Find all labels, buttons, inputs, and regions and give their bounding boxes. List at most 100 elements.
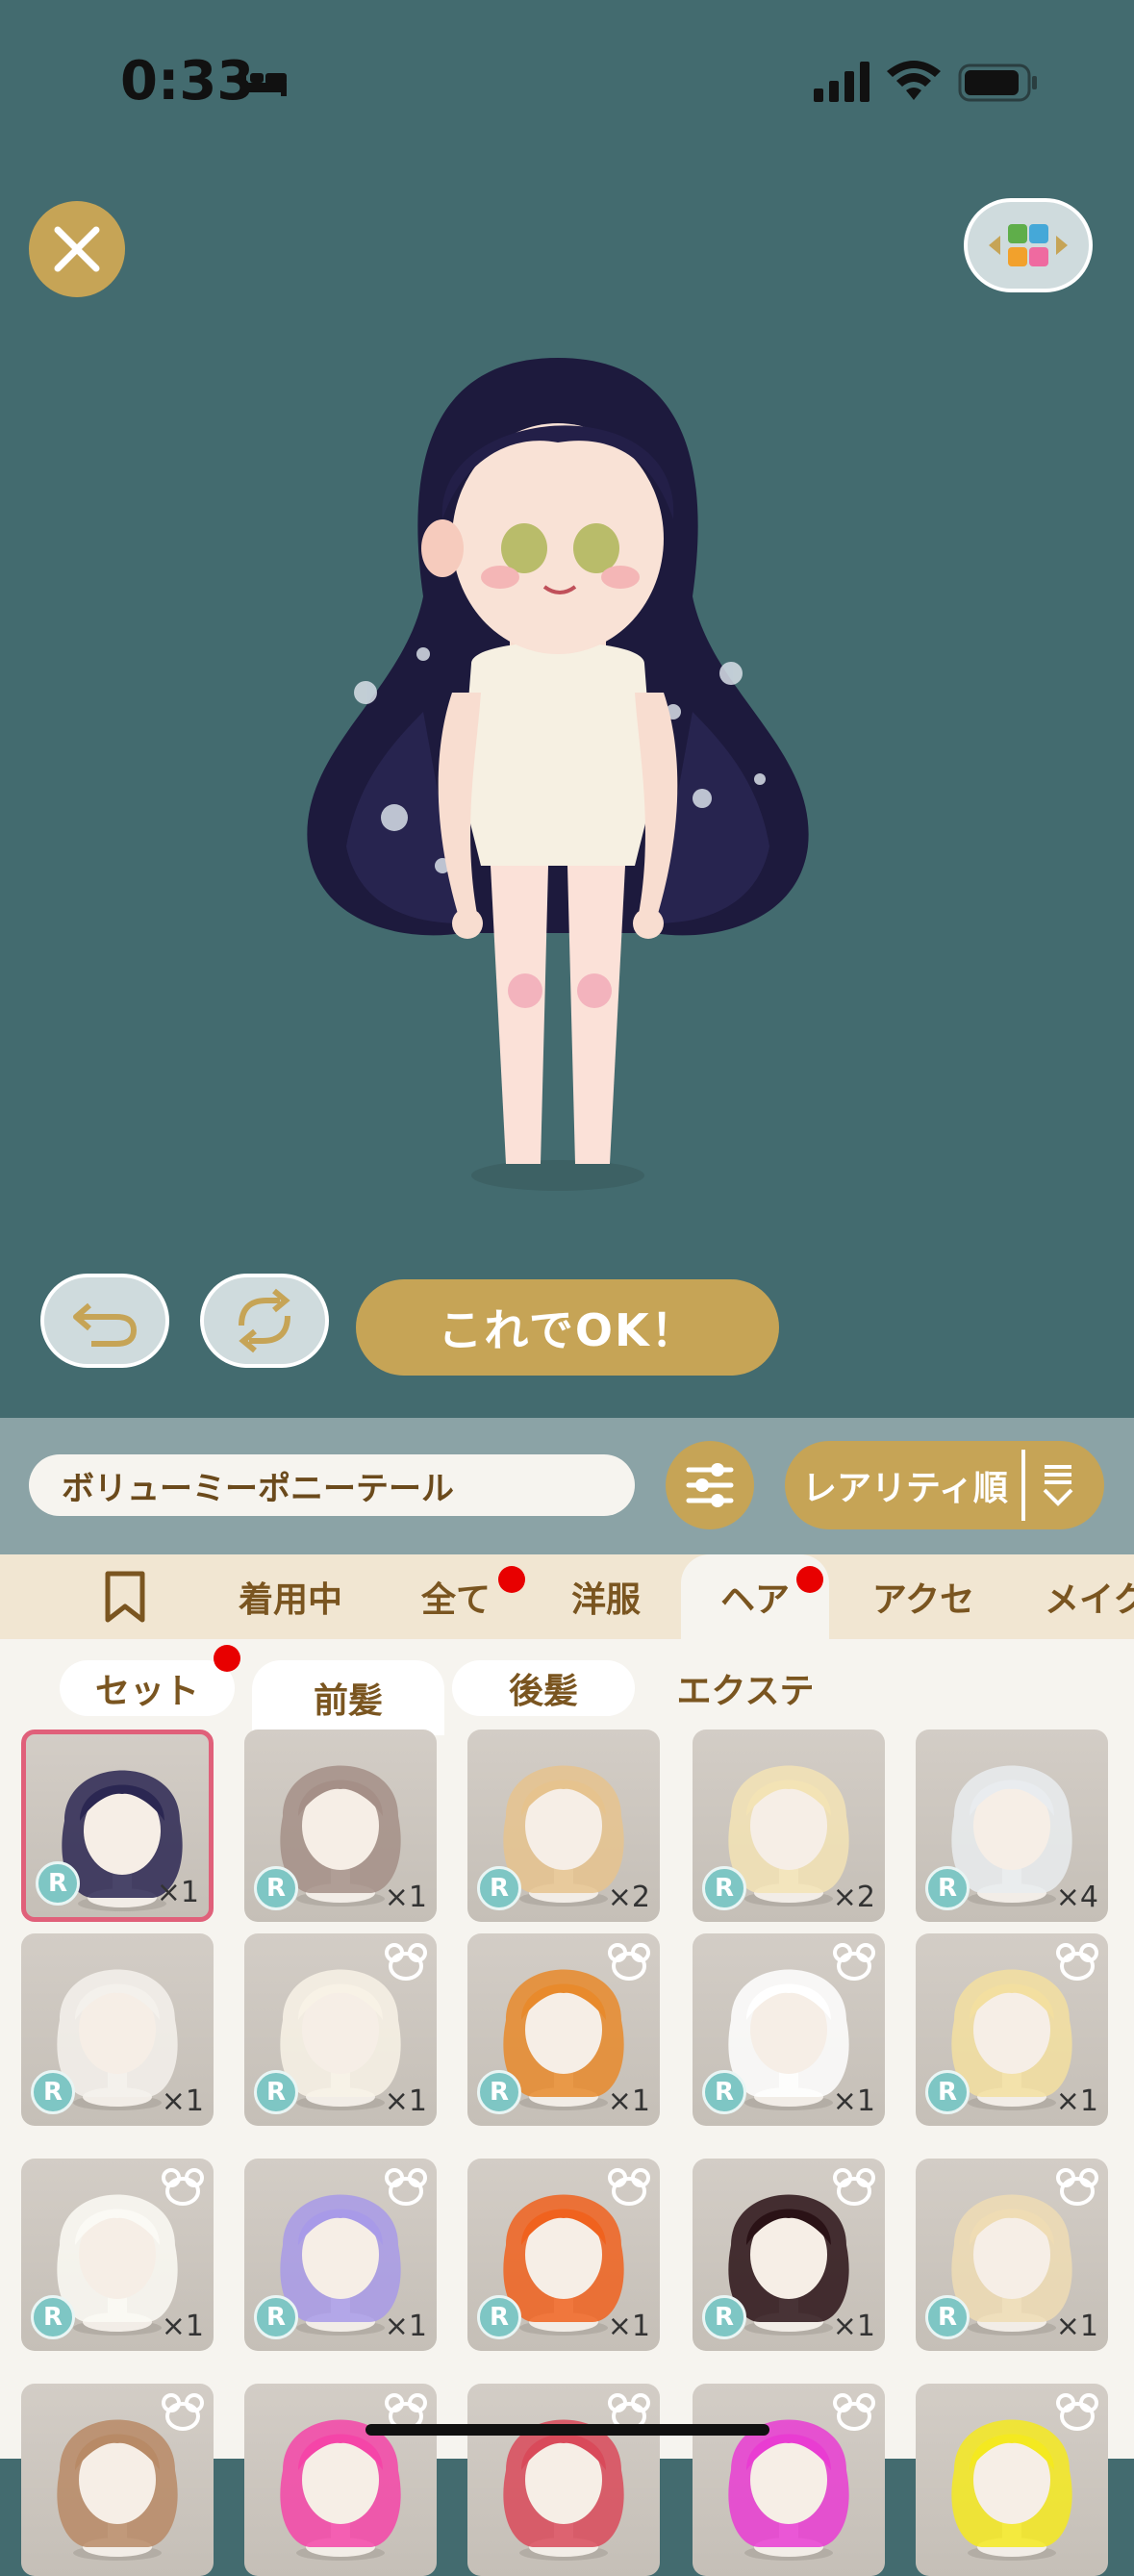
tab-accessories[interactable]: アクセ (856, 1554, 991, 1639)
sort-button[interactable]: レアリティ順 (785, 1441, 1104, 1529)
hair-item-card[interactable] (244, 2384, 437, 2576)
item-count: ×2 (832, 1881, 875, 1914)
signal-icon (814, 62, 869, 102)
rarity-badge: R (477, 2070, 521, 2114)
hair-item-card[interactable] (467, 2384, 660, 2576)
bear-icon (1056, 1943, 1098, 1985)
tab-all[interactable]: 全て (408, 1554, 504, 1639)
bookmark-icon (105, 1571, 145, 1623)
bear-icon (162, 2168, 204, 2210)
sort-divider (1021, 1450, 1025, 1521)
rarity-badge: R (36, 1861, 80, 1906)
hair-item-card[interactable] (916, 2384, 1108, 2576)
confirm-ok-button[interactable]: これでOK！ (356, 1279, 779, 1376)
bear-icon (833, 1943, 875, 1985)
bear-icon (385, 1943, 427, 1985)
rarity-badge: R (702, 1866, 746, 1910)
subtab-extensions[interactable]: エクステ (664, 1660, 827, 1716)
bear-icon (385, 2168, 427, 2210)
item-count: ×1 (1055, 2310, 1098, 2343)
hair-item-card[interactable]: R ×1 (21, 2159, 214, 2351)
undo-button[interactable] (40, 1274, 169, 1368)
item-grid: R ×1 R ×1 R ×2 R ×2 R ×4 R ×1 R ×1 R ×1 R ×1 R ×1 R ×1 R ×1 R ×1 R… (0, 1730, 1134, 2576)
sliders-icon (686, 1463, 734, 1507)
rarity-badge: R (31, 2295, 75, 2339)
hair-item-card[interactable]: R ×1 (244, 2159, 437, 2351)
rarity-badge: R (254, 2070, 298, 2114)
close-button[interactable] (29, 201, 125, 297)
rarity-badge: R (254, 2295, 298, 2339)
tab-clothes[interactable]: 洋服 (558, 1554, 654, 1639)
item-count: ×1 (1055, 2084, 1098, 2118)
item-count: ×1 (607, 2310, 650, 2343)
tab-bookmark[interactable] (87, 1554, 164, 1639)
item-count: ×4 (1055, 1881, 1098, 1914)
hair-item-card[interactable]: R ×1 (21, 1730, 214, 1922)
hair-item-card[interactable]: R ×1 (244, 1933, 437, 2126)
hair-item-card[interactable] (693, 2384, 885, 2576)
item-count: ×1 (156, 1876, 199, 1909)
item-count: ×1 (161, 2310, 204, 2343)
subtab-set[interactable]: セット (60, 1660, 235, 1716)
item-count: ×1 (607, 2084, 650, 2118)
item-count: ×1 (832, 2084, 875, 2118)
bear-icon (1056, 2168, 1098, 2210)
undo-icon (73, 1302, 138, 1347)
item-count: ×1 (384, 2084, 427, 2118)
rarity-badge: R (477, 1866, 521, 1910)
subtab-set-notification-dot (214, 1645, 240, 1672)
rarity-badge: R (925, 1866, 970, 1910)
rarity-badge: R (254, 1866, 298, 1910)
bear-icon (1056, 2393, 1098, 2436)
item-count: ×2 (607, 1881, 650, 1914)
tab-all-notification-dot (498, 1566, 525, 1593)
tab-hair-notification-dot (796, 1566, 823, 1593)
sort-icon (1043, 1465, 1073, 1506)
hair-item-card[interactable]: R ×2 (467, 1730, 660, 1922)
item-count: ×1 (384, 1881, 427, 1914)
bear-icon (833, 2393, 875, 2436)
reset-button[interactable] (200, 1274, 329, 1368)
item-count: ×1 (384, 2310, 427, 2343)
bear-icon (162, 2393, 204, 2436)
avatar-preview (307, 358, 809, 1191)
hair-item-card[interactable]: R ×1 (467, 2159, 660, 2351)
item-count: ×1 (832, 2310, 875, 2343)
rarity-badge: R (925, 2295, 970, 2339)
hair-item-card[interactable]: R ×1 (916, 1933, 1108, 2126)
filter-button[interactable] (666, 1441, 754, 1529)
hair-item-card[interactable]: R ×1 (916, 2159, 1108, 2351)
bear-icon (608, 2168, 650, 2210)
close-icon (54, 226, 100, 272)
bear-icon (608, 1943, 650, 1985)
status-time: 0:33 (120, 50, 255, 113)
hair-item-card[interactable]: R ×1 (244, 1730, 437, 1922)
hair-item-card[interactable] (21, 2384, 214, 2576)
hair-item-card[interactable]: R ×1 (467, 1933, 660, 2126)
refresh-icon (239, 1288, 290, 1353)
subtab-back-hair[interactable]: 後髪 (452, 1660, 635, 1716)
hair-item-card[interactable]: R ×1 (21, 1933, 214, 2126)
grid-arrows-icon (989, 224, 1068, 266)
layout-toggle-button[interactable] (964, 198, 1093, 292)
hair-item-card[interactable]: R ×1 (693, 2159, 885, 2351)
rarity-badge: R (477, 2295, 521, 2339)
bear-icon (833, 2168, 875, 2210)
rarity-badge: R (31, 2070, 75, 2114)
wifi-icon (887, 61, 941, 100)
bed-icon (240, 67, 287, 96)
tab-wearing[interactable]: 着用中 (223, 1554, 358, 1639)
battery-icon (958, 63, 1037, 102)
tab-makeup[interactable]: メイク (1045, 1554, 1134, 1639)
rarity-badge: R (702, 2295, 746, 2339)
item-name-field: ボリューミーポニーテール (29, 1454, 635, 1516)
home-indicator (365, 2424, 769, 2436)
subtab-bangs[interactable]: 前髪 (252, 1660, 444, 1735)
rarity-badge: R (702, 2070, 746, 2114)
sort-label: レアリティ順 (802, 1469, 1008, 1508)
hair-item-card[interactable]: R ×4 (916, 1730, 1108, 1922)
item-count: ×1 (161, 2084, 204, 2118)
rarity-badge: R (925, 2070, 970, 2114)
hair-item-card[interactable]: R ×1 (693, 1933, 885, 2126)
hair-item-card[interactable]: R ×2 (693, 1730, 885, 1922)
